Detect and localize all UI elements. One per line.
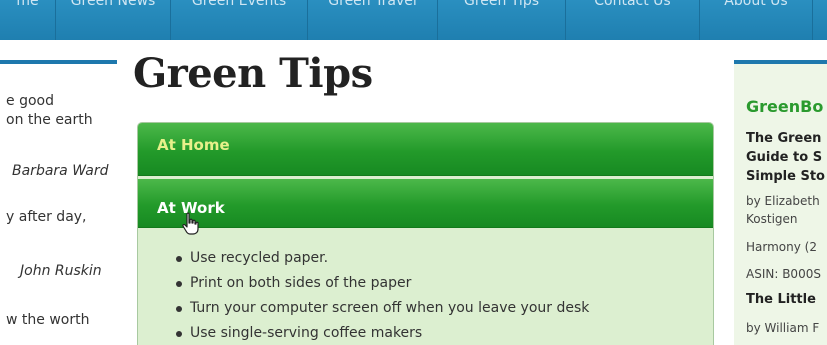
top-nav: me Green News Green Events Green Travel … xyxy=(0,0,827,40)
quote-text: e good xyxy=(6,93,54,109)
quote-author: Barbara Ward xyxy=(12,163,109,179)
nav-item-about-us[interactable]: About Us xyxy=(700,0,813,40)
list-item: Turn your computer screen off when you l… xyxy=(176,300,589,325)
nav-item-green-events[interactable]: Green Events xyxy=(171,0,308,40)
nav-item-green-travel[interactable]: Green Travel xyxy=(308,0,438,40)
hand-pointer-cursor-icon xyxy=(182,212,199,235)
nav-item-more[interactable] xyxy=(813,0,827,40)
list-item: Use recycled paper. xyxy=(176,250,589,275)
nav-item-label: Green Events xyxy=(191,0,287,9)
sidebar-heading: GreenBo xyxy=(746,97,824,116)
nav-item-green-news[interactable]: Green News xyxy=(56,0,171,40)
nav-item-label: me xyxy=(16,0,39,9)
book-title-link[interactable]: Simple Sto xyxy=(746,167,825,186)
nav-item-label: About Us xyxy=(724,0,788,9)
book-author: Kostigen xyxy=(746,212,798,226)
list-item: Print on both sides of the paper xyxy=(176,275,589,300)
quote-text: y after day, xyxy=(6,209,87,225)
nav-item-label: Contact Us xyxy=(594,0,671,9)
book-title-link[interactable]: The Green xyxy=(746,129,821,148)
nav-item-contact-us[interactable]: Contact Us xyxy=(566,0,700,40)
nav-item-label: Green News xyxy=(70,0,156,9)
accordion-header-at-home[interactable]: At Home xyxy=(138,123,713,176)
nav-item-green-tips[interactable]: Green Tips xyxy=(438,0,566,40)
book-title-link[interactable]: The Little xyxy=(746,290,816,309)
green-books-sidebar: GreenBo The Green Guide to S Simple Sto … xyxy=(734,64,827,345)
book-author: by William F xyxy=(746,321,820,335)
quote-text: w the worth xyxy=(6,312,90,328)
book-publisher: Harmony (2 xyxy=(746,240,817,254)
accordion-header-at-work[interactable]: At Work xyxy=(138,179,713,228)
book-title-link[interactable]: Guide to S xyxy=(746,148,822,167)
nav-item-label: Green Tips xyxy=(463,0,540,9)
work-tips-list: Use recycled paper. Print on both sides … xyxy=(176,250,589,345)
nav-item-label: Green Travel xyxy=(328,0,417,9)
accordion-header-label: At Home xyxy=(157,136,230,154)
quote-text: on the earth xyxy=(6,112,93,128)
book-author: by Elizabeth xyxy=(746,194,820,208)
nav-item-home[interactable]: me xyxy=(0,0,56,40)
list-item: Use single-serving coffee makers xyxy=(176,325,589,345)
book-asin: ASIN: B000S xyxy=(746,267,821,281)
left-column-rule xyxy=(0,60,117,64)
quote-author: John Ruskin xyxy=(20,263,102,279)
page-title: Green Tips xyxy=(133,50,373,97)
